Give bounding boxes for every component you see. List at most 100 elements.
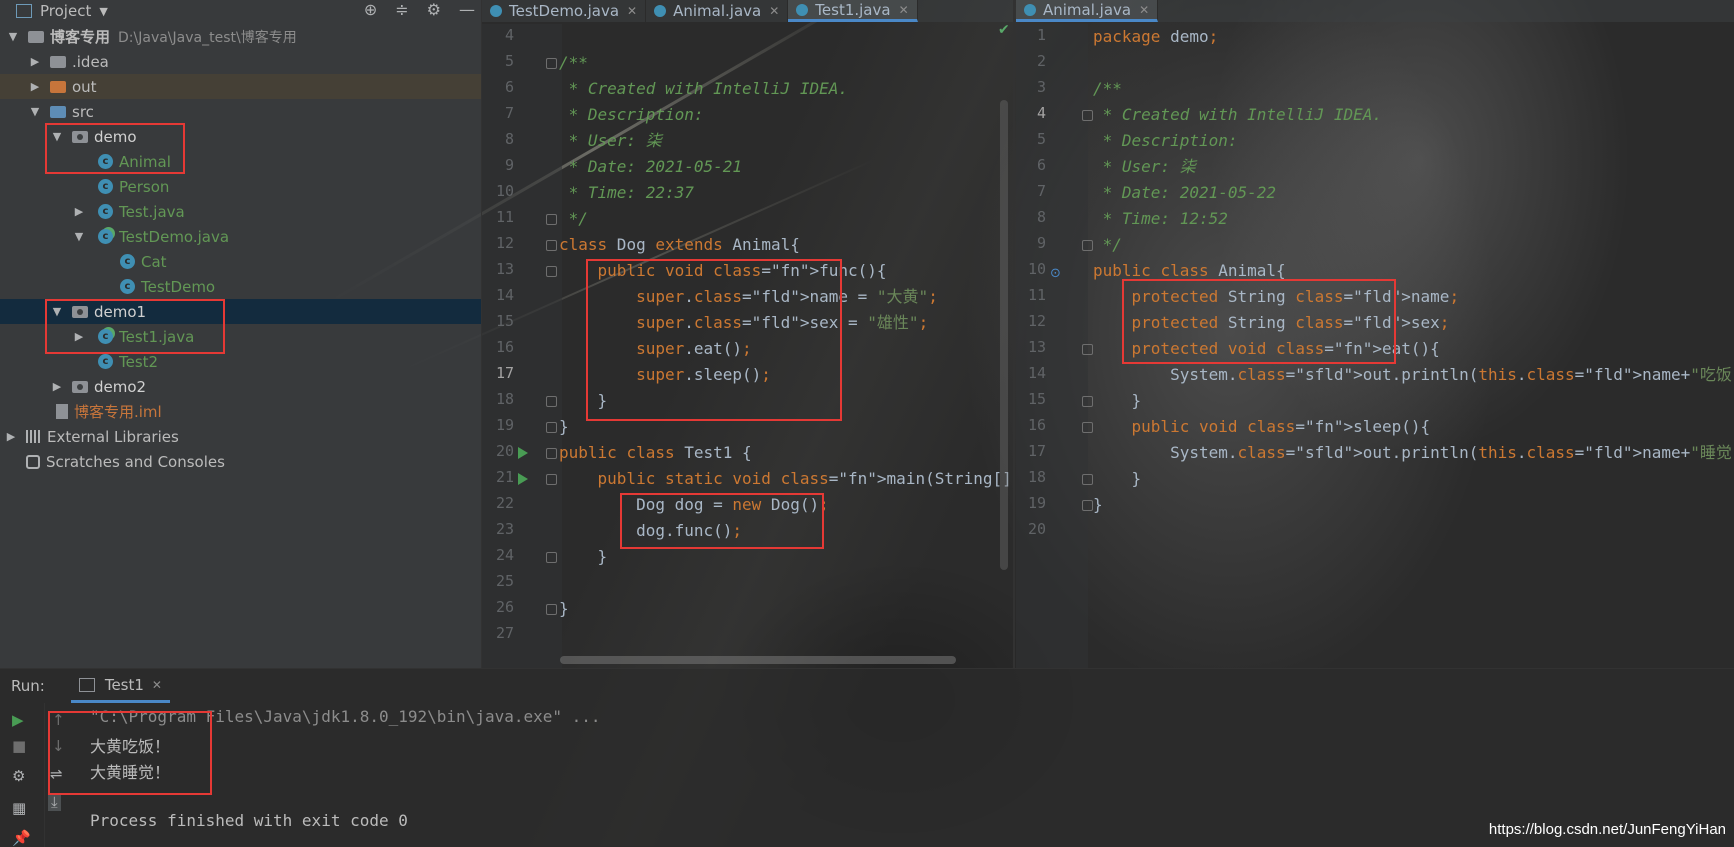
folder-icon (28, 30, 44, 43)
fold-marker-icon[interactable] (546, 266, 557, 277)
tree-item-person[interactable]: c Person (0, 174, 481, 199)
line-number: 6 (504, 78, 514, 96)
tab-label: Animal.java (1043, 0, 1132, 19)
fold-marker-icon[interactable] (546, 240, 557, 251)
fold-marker-icon[interactable] (546, 396, 557, 407)
editor-right[interactable]: 1 2 3 4 5 6 7 8 9 10 11 12 13 14 15 16 1… (1016, 24, 1734, 668)
expand-arrow-icon[interactable]: ▶ (50, 380, 64, 393)
tree-item-testdemo-java[interactable]: ▼ c TestDemo.java (0, 224, 481, 249)
arrow-up-icon[interactable]: ↑ (52, 711, 65, 729)
vertical-scrollbar[interactable] (1000, 100, 1008, 570)
fold-marker-icon[interactable] (1082, 500, 1093, 511)
fold-marker-icon[interactable] (546, 552, 557, 563)
line-number: 22 (495, 494, 514, 512)
expand-arrow-icon[interactable]: ▼ (72, 230, 86, 243)
fold-marker-icon[interactable] (546, 422, 557, 433)
tab-testdemo-java[interactable]: TestDemo.java ✕ (482, 0, 647, 22)
tree-item-test2[interactable]: c Test2 (0, 349, 481, 374)
line-number: 17 (495, 364, 514, 382)
tree-item-label: Test1.java (119, 327, 195, 346)
minimize-icon[interactable]: — (459, 0, 475, 19)
tree-item-demo1[interactable]: ▼ demo1 (0, 299, 481, 324)
expand-arrow-icon[interactable]: ▶ (72, 330, 86, 343)
fold-marker-icon[interactable] (1082, 396, 1093, 407)
tree-item-label: 博客专用 (50, 28, 111, 46)
implemented-icon[interactable]: ⊙ (1050, 266, 1061, 281)
tree-item-cat[interactable]: c Cat (0, 249, 481, 274)
locate-icon[interactable]: ⊕ (364, 0, 377, 19)
package-icon (72, 380, 88, 393)
tree-item-label: Animal (119, 152, 171, 171)
gear-icon[interactable]: ⚙ (427, 0, 441, 19)
tree-item-test1-java[interactable]: ▶ c Test1.java (0, 324, 481, 349)
fold-marker-icon[interactable] (1082, 110, 1093, 121)
tree-item-root[interactable]: ▼ 博客专用 D:\Java\Java_test\博客专用 (0, 24, 481, 49)
pin-icon[interactable]: 📌 (12, 829, 31, 847)
close-icon[interactable]: ✕ (769, 4, 779, 18)
code-line: protected String class="fld">sex; (1131, 313, 1450, 332)
expand-arrow-icon[interactable]: ▶ (28, 80, 42, 93)
chevron-down-icon[interactable]: ▼ (99, 5, 107, 18)
editor-left[interactable]: ✔ 4 5 6 7 8 9 10 11 12 13 14 15 16 17 18… (482, 24, 1013, 668)
fold-marker-icon[interactable] (546, 58, 557, 69)
layout-icon[interactable]: ▦ (12, 799, 26, 817)
code-line: * Date: 2021-05-21 (559, 157, 743, 176)
tree-item-out[interactable]: ▶ out (0, 74, 481, 99)
tree-item-label: demo (94, 127, 137, 146)
tree-item-testdemo[interactable]: c TestDemo (0, 274, 481, 299)
collapse-all-icon[interactable]: ≑ (395, 0, 408, 19)
tree-item-scratches[interactable]: Scratches and Consoles (0, 449, 481, 474)
tree-item-test-java[interactable]: ▶ c Test.java (0, 199, 481, 224)
tab-label: TestDemo.java (509, 2, 620, 20)
scroll-to-end-icon[interactable]: ⤓ (48, 793, 61, 811)
horizontal-scrollbar[interactable] (560, 656, 956, 664)
tab-animal-java-right[interactable]: Animal.java ✕ (1016, 0, 1159, 22)
expand-arrow-icon[interactable]: ▼ (28, 105, 42, 118)
fold-marker-icon[interactable] (1082, 344, 1093, 355)
tree-item-iml[interactable]: 博客专用.iml (0, 399, 481, 424)
close-icon[interactable]: ✕ (627, 4, 637, 18)
tree-item-demo2[interactable]: ▶ demo2 (0, 374, 481, 399)
editor-split-divider[interactable] (1013, 0, 1015, 668)
tab-test1-java[interactable]: Test1.java ✕ (788, 0, 918, 22)
run-tab-test1[interactable]: Test1 ✕ (70, 669, 170, 703)
expand-arrow-icon[interactable]: ▼ (50, 305, 64, 318)
tree-item-external-libraries[interactable]: ▶ External Libraries (0, 424, 481, 449)
close-icon[interactable]: ✕ (152, 678, 162, 692)
code-line: * Time: 12:52 (1093, 209, 1228, 228)
settings-icon[interactable]: ⚙ (12, 767, 25, 785)
project-panel-header: Project ▼ ⊕ ≑ ⚙ — (0, 0, 481, 22)
fold-marker-icon[interactable] (1082, 240, 1093, 251)
code-line: public static void class="fn">main(Strin… (597, 469, 1012, 488)
fold-marker-icon[interactable] (546, 214, 557, 225)
close-icon[interactable]: ✕ (1139, 3, 1149, 17)
tree-item-animal[interactable]: c Animal (0, 149, 481, 174)
fold-marker-icon[interactable] (546, 448, 557, 459)
rerun-icon[interactable]: ▶ (12, 711, 24, 729)
run-gutter-icon[interactable] (518, 473, 528, 485)
fold-marker-icon[interactable] (546, 474, 557, 485)
run-gutter-icon[interactable] (518, 447, 528, 459)
stop-icon[interactable]: ■ (12, 737, 26, 755)
soft-wrap-icon[interactable]: ⇌ (50, 765, 63, 783)
expand-arrow-icon[interactable]: ▶ (72, 205, 86, 218)
code-line: * User: 柒 (559, 131, 662, 150)
line-number: 6 (1036, 156, 1046, 174)
fold-marker-icon[interactable] (546, 604, 557, 615)
expand-arrow-icon[interactable]: ▶ (4, 430, 18, 443)
tree-item-src[interactable]: ▼ src (0, 99, 481, 124)
expand-arrow-icon[interactable]: ▼ (6, 30, 20, 43)
arrow-down-icon[interactable]: ↓ (52, 737, 65, 755)
tree-item-label: TestDemo (141, 277, 216, 296)
tree-item-demo[interactable]: ▼ demo (0, 124, 481, 149)
fold-marker-icon[interactable] (1082, 474, 1093, 485)
tree-item-idea[interactable]: ▶ .idea (0, 49, 481, 74)
close-icon[interactable]: ✕ (899, 3, 909, 17)
expand-arrow-icon[interactable]: ▼ (50, 130, 64, 143)
fold-marker-icon[interactable] (1082, 422, 1093, 433)
line-number: 20 (1027, 520, 1046, 538)
tab-animal-java[interactable]: Animal.java ✕ (646, 0, 789, 22)
code-line: /** (559, 53, 588, 72)
expand-arrow-icon[interactable]: ▶ (28, 55, 42, 68)
project-panel-title[interactable]: Project (40, 2, 91, 20)
